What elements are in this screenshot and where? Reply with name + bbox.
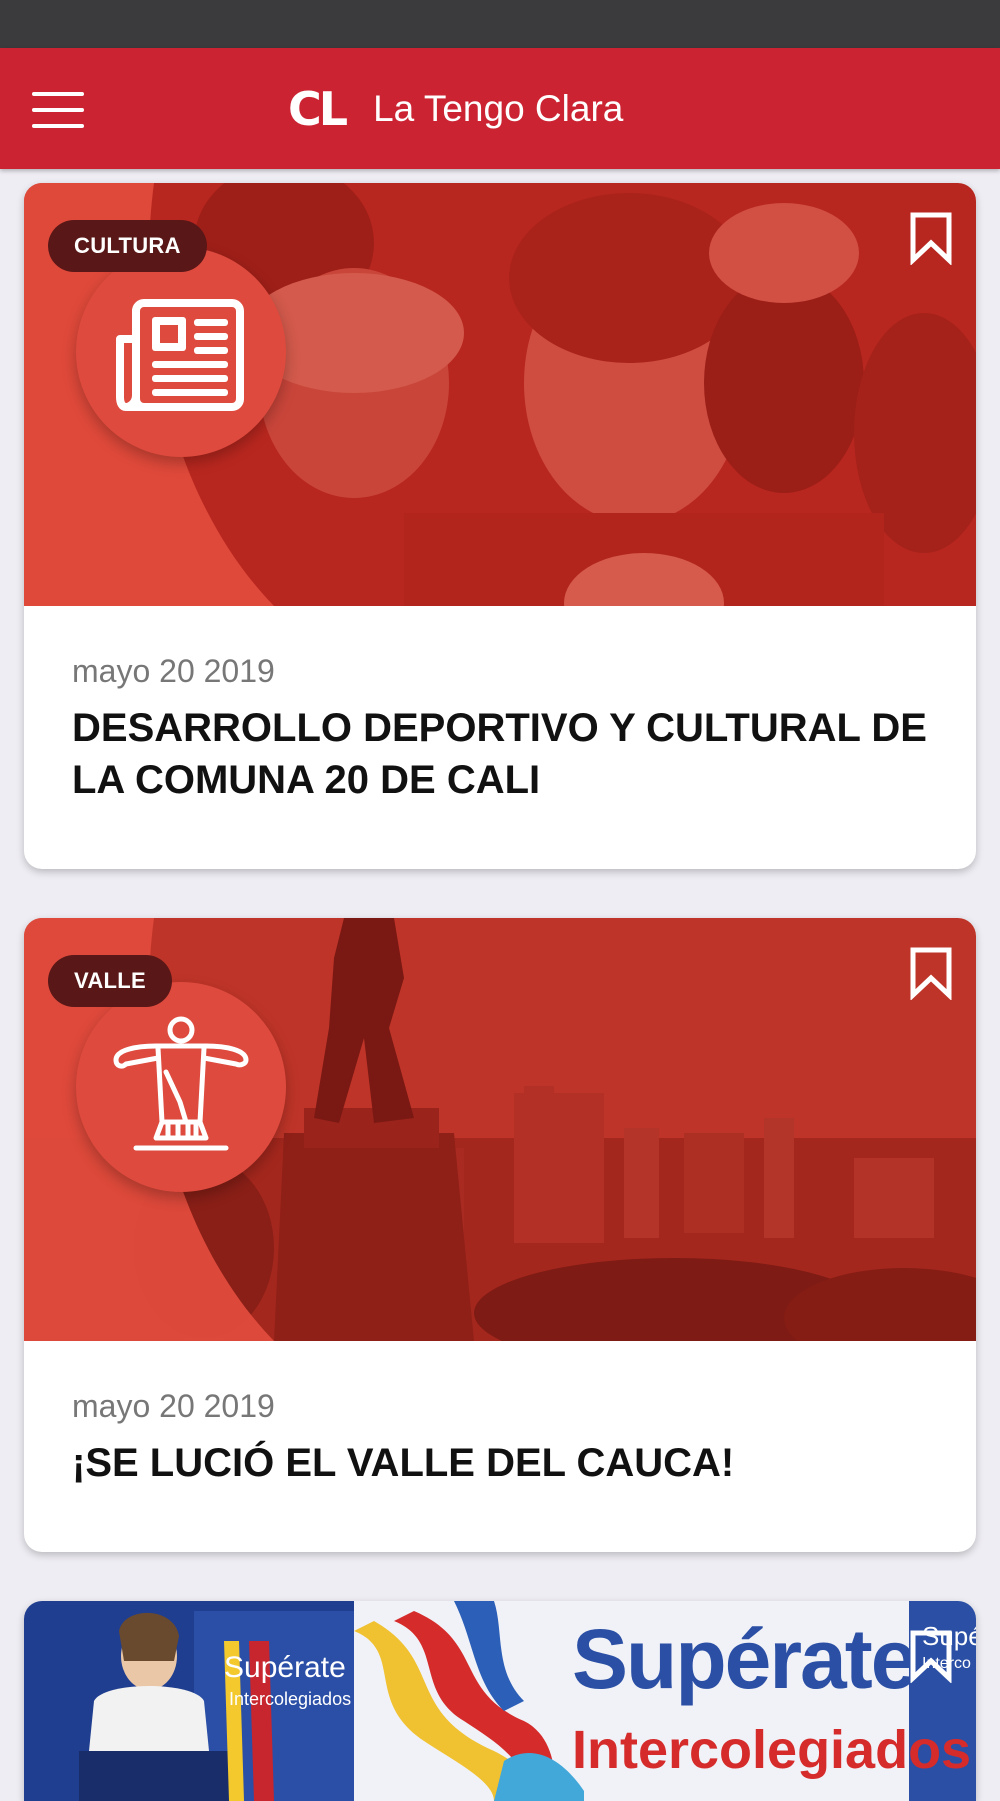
app-title: La Tengo Clara: [373, 88, 624, 129]
bookmark-icon[interactable]: [908, 946, 954, 1000]
article-title[interactable]: ¡SE LUCIÓ EL VALLE DEL CAUCA!: [72, 1437, 928, 1489]
card-body: mayo 20 2019 ¡SE LUCIÓ EL VALLE DEL CAUC…: [72, 1388, 928, 1489]
category-icon-circle: [76, 982, 286, 1192]
banner-text-small: Supérate: [224, 1651, 346, 1684]
status-bar: [0, 0, 1000, 48]
article-title[interactable]: DESARROLLO DEPORTIVO Y CULTURAL DE LA CO…: [72, 702, 928, 806]
banner-text: Supérate: [572, 1612, 917, 1706]
category-icon-circle: [76, 247, 286, 457]
banner-subtext: Intercolegiados: [572, 1720, 972, 1780]
category-badge[interactable]: CULTURA: [48, 220, 207, 272]
app-bar: CL La Tengo Clara: [0, 48, 1000, 169]
news-card[interactable]: Supérate Intercolegiados Supérate Interc…: [24, 1601, 976, 1801]
article-date: mayo 20 2019: [72, 1388, 275, 1424]
newspaper-icon: [116, 299, 244, 411]
banner-subtext-small: Intercolegiados: [229, 1689, 352, 1709]
article-date: mayo 20 2019: [72, 653, 275, 689]
card-hero-image: VALLE: [24, 918, 976, 1341]
card-hero-image: Supérate Intercolegiados Supérate Interc…: [24, 1601, 976, 1801]
hamburger-menu-icon[interactable]: [28, 88, 92, 132]
card-body: mayo 20 2019 DESARROLLO DEPORTIVO Y CULT…: [72, 653, 928, 806]
christ-statue-icon: [113, 1016, 249, 1151]
news-card[interactable]: CULTURA mayo 20 2019 DESARROLLO DEPORTIV…: [24, 183, 976, 869]
bookmark-icon[interactable]: [908, 211, 954, 265]
category-badge[interactable]: VALLE: [48, 955, 172, 1007]
bookmark-icon[interactable]: [908, 1629, 954, 1683]
brand-logo: CL: [288, 82, 348, 136]
card-hero-image: CULTURA: [24, 183, 976, 606]
news-card[interactable]: VALLE mayo 20 2019 ¡SE LUCIÓ EL VALLE DE…: [24, 918, 976, 1552]
brand: CL La Tengo Clara: [288, 82, 624, 136]
